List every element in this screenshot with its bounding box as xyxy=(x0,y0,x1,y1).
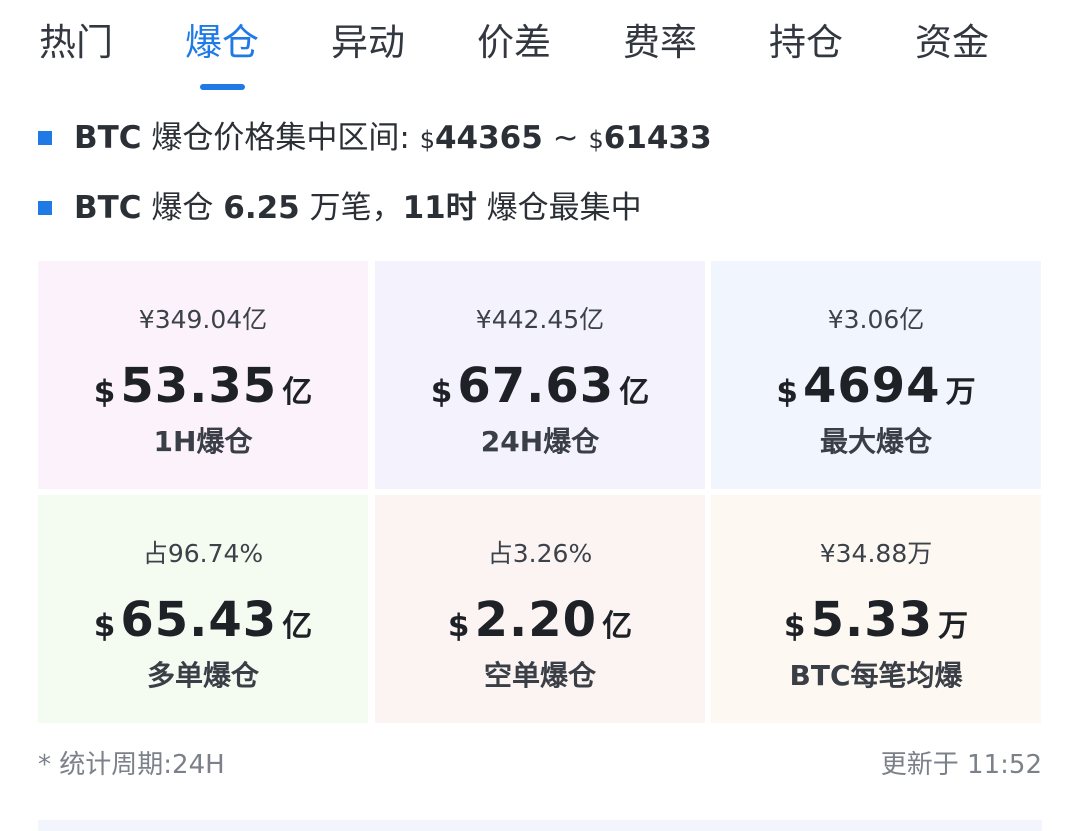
stat-share: 占3.26% xyxy=(487,539,593,568)
summary-text: 爆仓最集中 xyxy=(476,190,642,226)
stat-number: 67.63 xyxy=(457,358,615,414)
stat-label: 1H爆仓 xyxy=(153,425,253,458)
stat-usd-value: $ 5.33 万 xyxy=(711,593,1041,658)
summary-liquidation-count: BTC 爆仓 6.25 万笔，11时 爆仓最集中 xyxy=(38,186,1038,230)
tab-funding-rate[interactable]: 费率 xyxy=(600,16,720,76)
stat-cny-value: ¥34.88万 xyxy=(819,539,933,568)
tab-movement[interactable]: 异动 xyxy=(308,16,428,76)
stat-cny-value: ¥442.45亿 xyxy=(475,305,605,334)
stat-period-note: * 统计周期:24H xyxy=(38,750,225,780)
peak-hour: 11时 xyxy=(402,190,477,226)
stat-unit: 亿 xyxy=(282,375,313,410)
stat-card-avg[interactable]: ¥34.88万 $ 5.33 万 BTC每笔均爆 xyxy=(711,495,1041,723)
tab-liquidation[interactable]: 爆仓 xyxy=(162,16,282,76)
stat-card-24h[interactable]: ¥442.45亿 $ 67.63 亿 24H爆仓 xyxy=(375,261,705,489)
coin-symbol: BTC xyxy=(74,190,142,226)
summary-text: 万笔， xyxy=(299,190,403,226)
tab-spread[interactable]: 价差 xyxy=(454,16,574,76)
stat-usd-value: $ 2.20 亿 xyxy=(375,593,705,658)
currency-symbol: $ xyxy=(588,126,604,154)
summary-text: 爆仓 xyxy=(141,190,224,226)
stat-share: 占96.74% xyxy=(142,539,264,568)
active-tab-indicator xyxy=(200,84,245,90)
liquidation-count: 6.25 xyxy=(223,190,300,226)
stat-number: 2.20 xyxy=(474,592,597,648)
stat-card-short[interactable]: 占3.26% $ 2.20 亿 空单爆仓 xyxy=(375,495,705,723)
stat-number: 53.35 xyxy=(120,358,278,414)
coin-symbol: BTC xyxy=(74,120,142,156)
stat-number: 5.33 xyxy=(810,592,933,648)
stat-usd-value: $ 53.35 亿 xyxy=(38,359,368,424)
stat-unit: 万 xyxy=(945,375,976,410)
stat-cny-value: ¥3.06亿 xyxy=(827,305,925,334)
stat-number: 65.43 xyxy=(120,592,278,648)
range-low: 44365 xyxy=(434,120,543,156)
stat-usd-value: $ 67.63 亿 xyxy=(375,359,705,424)
stat-unit: 亿 xyxy=(602,609,633,644)
stat-label: 24H爆仓 xyxy=(480,425,600,458)
stat-number: 4694 xyxy=(802,358,941,414)
summary-price-range: BTC 爆仓价格集中区间: $44365 ~ $61433 xyxy=(38,116,1038,160)
stat-label: 多单爆仓 xyxy=(146,659,259,692)
stat-unit: 万 xyxy=(938,609,969,644)
stat-label: 空单爆仓 xyxy=(483,659,596,692)
stat-usd-value: $ 4694 万 xyxy=(711,359,1041,424)
tab-capital-flow[interactable]: 资金 xyxy=(892,16,1012,76)
range-high: 61433 xyxy=(603,120,712,156)
stat-currency: $ xyxy=(93,374,116,410)
bullet-icon xyxy=(38,201,52,215)
next-section-edge xyxy=(38,820,1042,831)
stat-currency: $ xyxy=(430,374,453,410)
stat-label: BTC每笔均爆 xyxy=(789,659,963,692)
tab-bar: 热门 爆仓 异动 价差 费率 持仓 资金 xyxy=(0,0,1080,95)
summary-text: 爆仓价格集中区间: xyxy=(141,120,420,156)
tab-open-interest[interactable]: 持仓 xyxy=(746,16,866,76)
stat-currency: $ xyxy=(447,608,470,644)
currency-symbol: $ xyxy=(419,126,435,154)
stat-currency: $ xyxy=(776,374,798,410)
stat-usd-value: $ 65.43 亿 xyxy=(38,593,368,658)
stat-cny-value: ¥349.04亿 xyxy=(138,305,268,334)
stat-card-long[interactable]: 占96.74% $ 65.43 亿 多单爆仓 xyxy=(38,495,368,723)
stat-unit: 亿 xyxy=(619,375,650,410)
range-separator: ~ xyxy=(542,120,589,156)
update-time: 更新于 11:52 xyxy=(880,750,1042,780)
stat-card-1h[interactable]: ¥349.04亿 $ 53.35 亿 1H爆仓 xyxy=(38,261,368,489)
stat-unit: 亿 xyxy=(282,609,313,644)
stat-card-max[interactable]: ¥3.06亿 $ 4694 万 最大爆仓 xyxy=(711,261,1041,489)
stat-currency: $ xyxy=(93,608,116,644)
tab-hot[interactable]: 热门 xyxy=(16,16,136,76)
bullet-icon xyxy=(38,131,52,145)
stat-label: 最大爆仓 xyxy=(819,425,932,458)
stat-currency: $ xyxy=(783,608,806,644)
